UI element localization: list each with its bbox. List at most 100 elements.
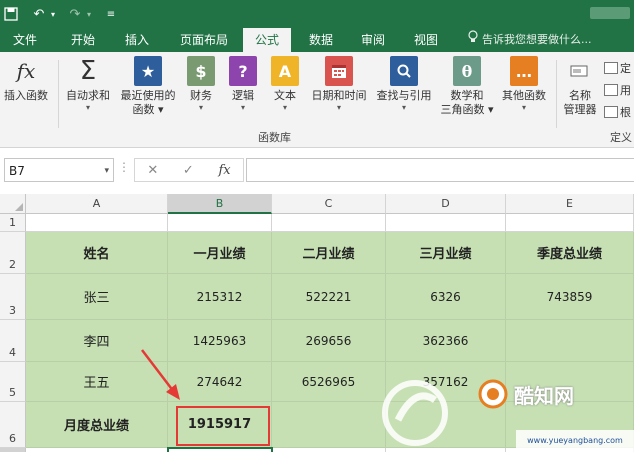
row-header-3[interactable]: 3 [0,274,26,320]
row-header-1[interactable]: 1 [0,214,26,232]
text-a-icon: A [271,56,299,86]
select-all-corner[interactable] [0,194,26,214]
undo-icon[interactable]: ↶ [30,5,48,23]
cancel-icon[interactable]: ✕ [147,163,158,178]
row-header-2[interactable]: 2 [0,232,26,274]
cell-c3[interactable]: 522221 [272,274,386,320]
cell-b2[interactable]: 一月业绩 [168,232,272,274]
chevron-down-icon: ▾ [85,103,90,112]
define-name-icon [604,62,618,74]
quick-access-toolbar: ↶ ▾ ↷ ▾ ≡ [2,4,120,24]
cell-d7[interactable] [386,448,506,452]
financial-button[interactable]: $ 财务 ▾ [184,56,218,113]
column-header-d[interactable]: D [386,194,506,214]
tab-data[interactable]: 数据 [298,28,344,52]
tab-home[interactable]: 开始 [58,28,108,52]
cell-a2[interactable]: 姓名 [26,232,168,274]
cell-a6[interactable]: 月度总业绩 [26,402,168,448]
cell-d6[interactable] [386,402,506,448]
column-header-c[interactable]: C [272,194,386,214]
star-icon: ★ [134,56,162,86]
column-header-e[interactable]: E [506,194,634,214]
chevron-down-icon: ▾ [282,103,287,112]
tab-view[interactable]: 视图 [403,28,449,52]
redo-icon[interactable]: ↷ [66,5,84,23]
more-functions-button[interactable]: … 其他函数 ▾ [496,56,552,113]
tab-formulas[interactable]: 公式 [243,28,291,52]
use-in-formula-button[interactable]: 用 [604,82,631,98]
cell-a7[interactable] [26,448,168,452]
cell-e6[interactable] [506,402,634,448]
cell-b7[interactable] [168,448,272,452]
cell-e5[interactable] [506,362,634,402]
insert-function-button[interactable]: fx 插入函数 [2,56,50,103]
tab-page-layout[interactable]: 页面布局 [170,28,238,52]
recently-used-button[interactable]: ★ 最近使用的 函数 ▾ [116,56,180,117]
group-label-function-library: 函数库 [258,131,291,144]
math-trig-button[interactable]: θ 数学和 三角函数 ▾ [438,56,496,117]
group-label-defined-names: 定义 [610,131,632,144]
cell-a3[interactable]: 张三 [26,274,168,320]
cell-e2[interactable]: 季度总业绩 [506,232,634,274]
cell-d3[interactable]: 6326 [386,274,506,320]
autosum-button[interactable]: Σ 自动求和 ▾ [62,56,114,113]
column-header-b[interactable]: B [168,194,272,214]
tab-review[interactable]: 审阅 [350,28,396,52]
cell-d5[interactable]: 357162 [386,362,506,402]
text-button[interactable]: A 文本 ▾ [268,56,302,113]
cell-c4[interactable]: 269656 [272,320,386,362]
chevron-down-icon: ▾ [336,103,341,112]
tell-me-box[interactable]: 告诉我您想要做什么... [468,28,592,52]
create-from-selection-button[interactable]: 根 [604,104,631,120]
row-header-4[interactable]: 4 [0,320,26,362]
cell-b3[interactable]: 215312 [168,274,272,320]
cell-e4[interactable] [506,320,634,362]
cell-a1[interactable] [26,214,168,232]
separator [58,60,59,128]
row-header-7[interactable] [0,448,26,452]
formula-input[interactable] [246,158,634,182]
name-manager-button[interactable]: 名称 管理器 [560,56,600,117]
lightbulb-icon [468,28,478,52]
chevron-down-icon: ▾ [240,103,245,112]
cell-c6[interactable] [272,402,386,448]
formula-buttons: ✕ ✓ fx [134,158,244,182]
fx-icon: fx [16,59,36,83]
cell-b1[interactable] [168,214,272,232]
define-name-button[interactable]: 定 [604,60,631,76]
column-header-a[interactable]: A [26,194,168,214]
row-header-6[interactable]: 6 [0,402,26,448]
save-icon[interactable] [2,5,20,23]
more-functions-icon: … [510,56,538,86]
enter-icon[interactable]: ✓ [183,163,194,178]
cell-e3[interactable]: 743859 [506,274,634,320]
worksheet-grid: A B C D E 1 2 3 4 5 6 姓名 一月业绩 二月业绩 三月业绩 … [0,194,634,452]
undo-dropdown-icon[interactable]: ▾ [48,5,58,23]
tab-file[interactable]: 文件 [0,28,50,52]
pointer-arrow-icon [141,349,180,400]
logical-button[interactable]: ? 逻辑 ▾ [226,56,260,113]
cell-c1[interactable] [272,214,386,232]
insert-function-icon[interactable]: fx [218,163,230,178]
use-in-formula-icon [604,84,618,96]
row-header-5[interactable]: 5 [0,362,26,402]
name-box[interactable]: B7 ▾ [4,158,114,182]
cell-c2[interactable]: 二月业绩 [272,232,386,274]
tab-insert[interactable]: 插入 [112,28,162,52]
lookup-reference-button[interactable]: 查找与引用 ▾ [372,56,436,113]
cell-d2[interactable]: 三月业绩 [386,232,506,274]
cell-c7[interactable] [272,448,386,452]
cell-c5[interactable]: 6526965 [272,362,386,402]
sigma-icon: Σ [79,56,97,86]
chevron-down-icon: ▾ [198,103,203,112]
chevron-down-icon[interactable]: ▾ [104,159,109,183]
cell-e7[interactable] [506,448,634,452]
cell-d4[interactable]: 362366 [386,320,506,362]
customize-qat-icon[interactable]: ≡ [102,5,120,23]
redo-dropdown-icon[interactable]: ▾ [84,5,94,23]
calendar-icon [325,56,353,86]
formula-bar-splitter-icon[interactable]: ⋮ [118,160,130,174]
cell-d1[interactable] [386,214,506,232]
cell-e1[interactable] [506,214,634,232]
date-time-button[interactable]: 日期和时间 ▾ [306,56,372,113]
